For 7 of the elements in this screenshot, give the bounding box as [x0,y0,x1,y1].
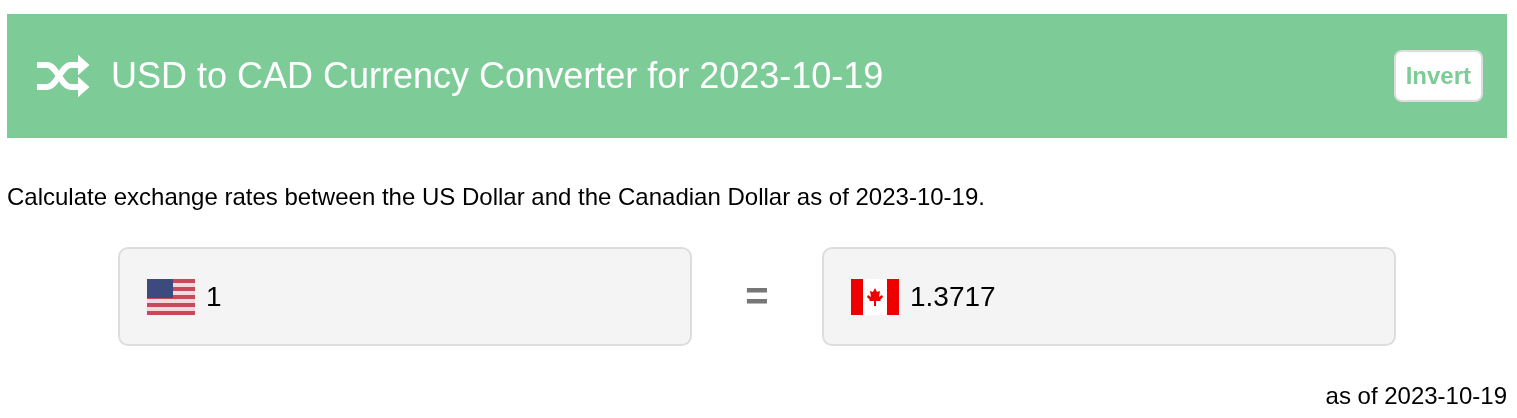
amount-field[interactable]: 1.3717 [822,247,1396,346]
page-title: USD to CAD Currency Converter for 2023-10-19 [111,55,885,97]
description-text: Calculate exchange rates between the US Dollar and the Canadian Dollar as of 2023-10-19. [7,183,986,211]
rate-date: as of 2023-10-19 [1325,382,1507,410]
equals-sign: = [744,274,770,319]
shuffle-icon [35,53,91,99]
amount-field[interactable]: 1 [118,247,692,346]
